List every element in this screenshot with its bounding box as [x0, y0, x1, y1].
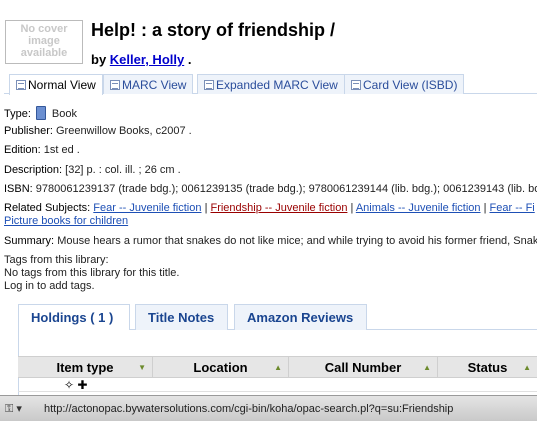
- browser-status-bar: ⚿ ▾ http://actonopac.bywatersolutions.co…: [0, 395, 537, 421]
- related-subjects-row-2: Picture books for children: [4, 215, 537, 228]
- description-row: Description: [32] p. : col. ill. ; 26 cm…: [4, 164, 181, 176]
- subject-link[interactable]: Fear -- Juvenile fiction: [93, 202, 201, 214]
- subject-link[interactable]: Picture books for children: [4, 215, 128, 227]
- table-row: ✧ ✚: [18, 378, 537, 392]
- tab-amazon-reviews[interactable]: Amazon Reviews: [234, 304, 367, 330]
- column-item-type[interactable]: Item type ▼: [18, 357, 153, 378]
- document-icon: [204, 80, 214, 90]
- publisher-row: Publisher: Greenwillow Books, c2007 .: [4, 125, 192, 137]
- tab-holdings[interactable]: Holdings ( 1 ): [18, 304, 130, 331]
- subject-link[interactable]: Fear -- Fi: [490, 202, 535, 214]
- book-title: Help! : a story of friendship /: [91, 20, 336, 40]
- tags-none-text: No tags from this library for this title…: [4, 267, 180, 279]
- card-icon: [351, 80, 361, 90]
- summary-row: Summary: Mouse hears a rumor that snakes…: [4, 235, 537, 247]
- document-icon: [110, 80, 120, 90]
- sort-desc-icon: ▼: [138, 363, 146, 372]
- tab-marc-view[interactable]: MARC View: [103, 74, 194, 94]
- tab-normal-view[interactable]: Normal View: [9, 74, 103, 95]
- no-cover-image: No cover image available: [5, 20, 83, 64]
- tab-title-notes[interactable]: Title Notes: [135, 304, 228, 330]
- view-tabs: Normal View MARC View Expanded MARC View…: [4, 72, 537, 95]
- author-link[interactable]: Keller, Holly: [110, 52, 184, 67]
- link-status-icon: ⚿ ▾: [5, 403, 22, 415]
- column-location[interactable]: Location ▲: [153, 357, 289, 378]
- related-subjects-row: Related Subjects: Fear -- Juvenile ficti…: [4, 202, 535, 214]
- edition-row: Edition: 1st ed .: [4, 144, 80, 156]
- book-icon: [35, 106, 46, 120]
- subject-link[interactable]: Friendship -- Juvenile fiction: [210, 202, 347, 214]
- column-status[interactable]: Status ▲: [438, 357, 537, 378]
- document-icon: [16, 80, 26, 90]
- holdings-table-header: Item type ▼ Location ▲ Call Number ▲ Sta…: [18, 356, 537, 378]
- isbn-row: ISBN: 9780061239137 (trade bdg.); 006123…: [4, 183, 537, 195]
- status-url: http://actonopac.bywatersolutions.com/cg…: [44, 403, 454, 415]
- holdings-tabs: Holdings ( 1 ) Title Notes Amazon Review…: [18, 304, 537, 331]
- tags-login-text: Log in to add tags.: [4, 280, 95, 292]
- subject-link[interactable]: Animals -- Juvenile fiction: [356, 202, 481, 214]
- tab-expanded-marc-view[interactable]: Expanded MARC View: [197, 74, 345, 94]
- type-row: Type: Book: [4, 106, 77, 120]
- sort-both-icon: ▲: [274, 363, 282, 372]
- item-type-icon: ✧ ✚: [64, 378, 88, 392]
- author-byline: by Keller, Holly .: [91, 52, 192, 67]
- column-call-number[interactable]: Call Number ▲: [289, 357, 438, 378]
- tab-card-view[interactable]: Card View (ISBD): [344, 74, 465, 94]
- sort-both-icon: ▲: [523, 363, 531, 372]
- sort-both-icon: ▲: [423, 363, 431, 372]
- tags-heading: Tags from this library:: [4, 254, 109, 266]
